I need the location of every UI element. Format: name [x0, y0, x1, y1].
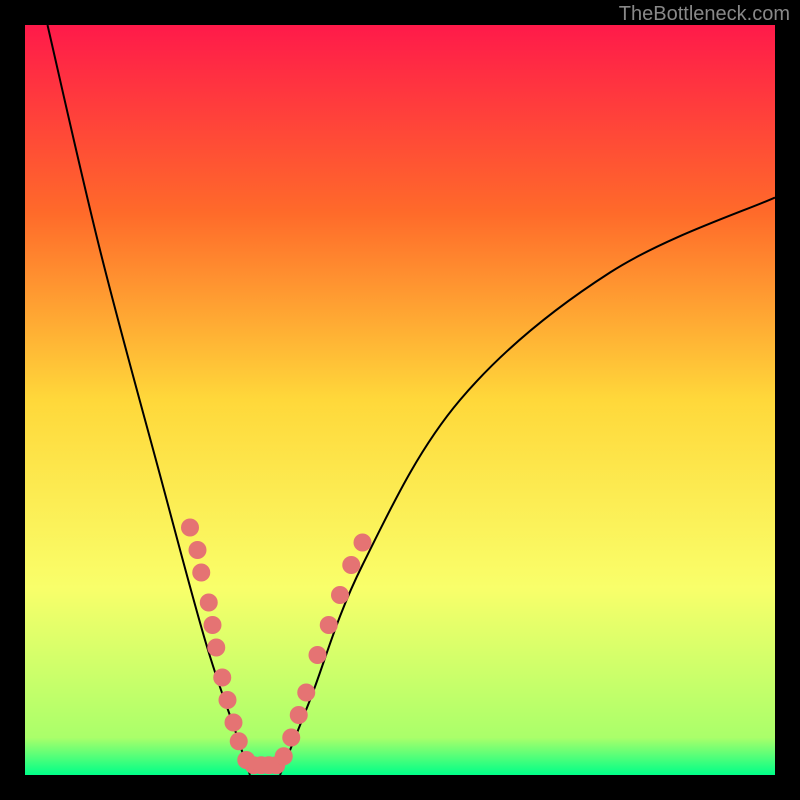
- scatter-point: [297, 684, 315, 702]
- chart-plot-area: [25, 25, 775, 775]
- scatter-point: [290, 706, 308, 724]
- chart-svg: [25, 25, 775, 775]
- scatter-point: [342, 556, 360, 574]
- scatter-point: [275, 747, 293, 765]
- scatter-point: [320, 616, 338, 634]
- scatter-point: [200, 594, 218, 612]
- chart-background: [25, 25, 775, 775]
- scatter-point: [207, 639, 225, 657]
- scatter-point: [181, 519, 199, 537]
- scatter-point: [219, 691, 237, 709]
- scatter-point: [213, 669, 231, 687]
- scatter-point: [192, 564, 210, 582]
- scatter-point: [225, 714, 243, 732]
- scatter-point: [204, 616, 222, 634]
- scatter-point: [309, 646, 327, 664]
- scatter-point: [282, 729, 300, 747]
- watermark-text: TheBottleneck.com: [619, 3, 790, 26]
- scatter-point: [354, 534, 372, 552]
- scatter-point: [189, 541, 207, 559]
- scatter-point: [331, 586, 349, 604]
- scatter-point: [230, 732, 248, 750]
